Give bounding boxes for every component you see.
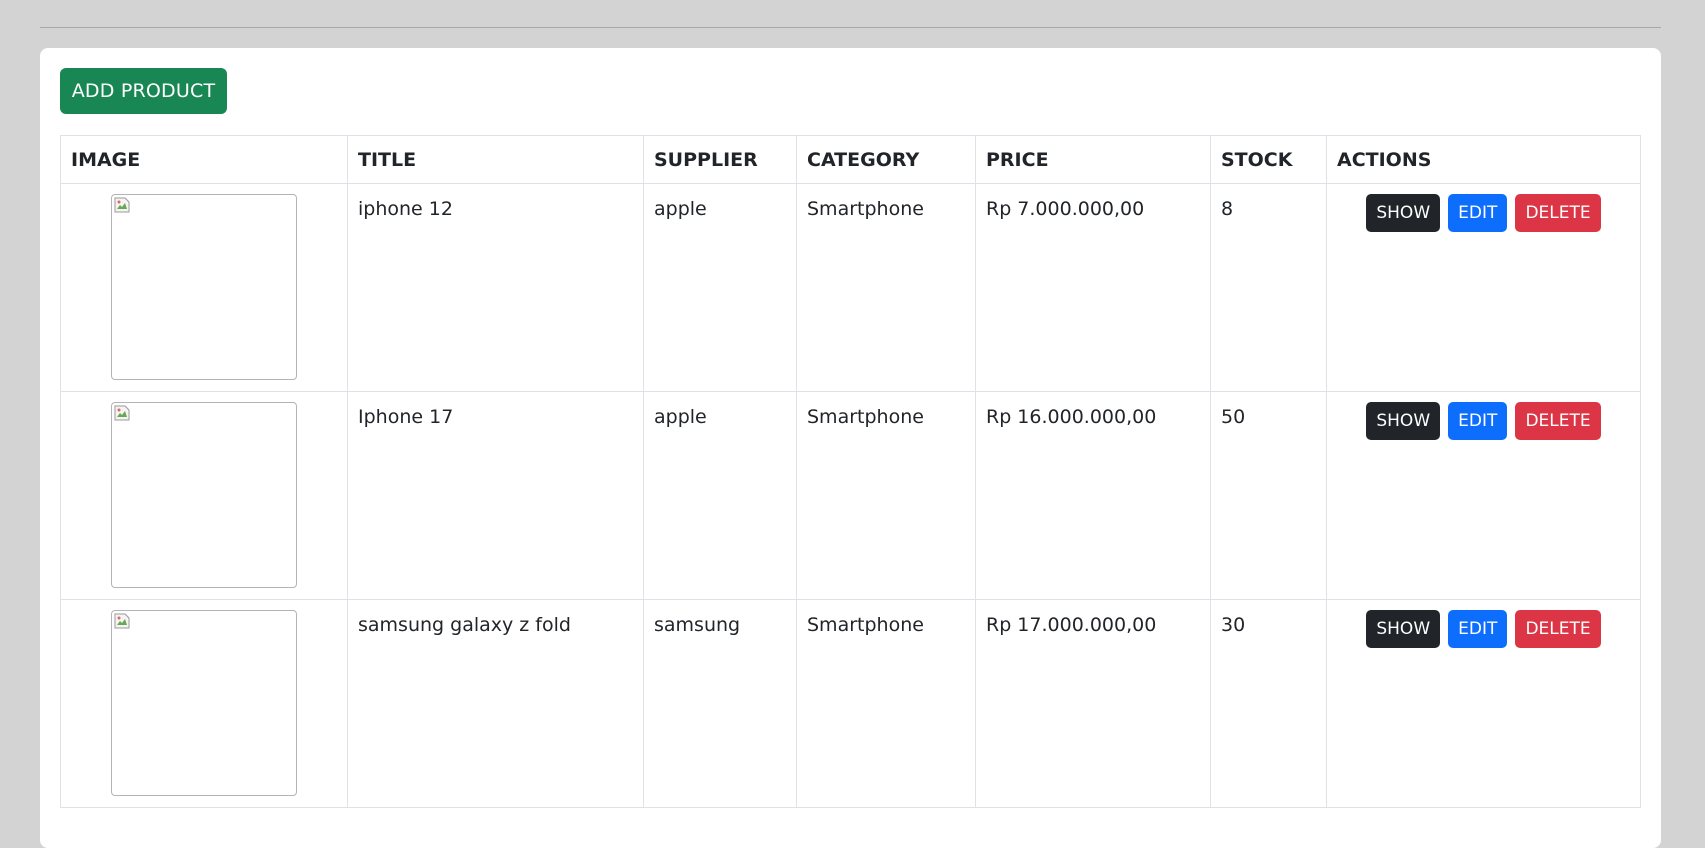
product-price: Rp 16.000.000,00	[975, 391, 1211, 600]
products-card: ADD PRODUCT IMAGE TITLE SUPPLIER CATEGOR…	[40, 48, 1661, 848]
edit-button[interactable]: EDIT	[1448, 402, 1508, 440]
table-row: iphone 12 apple Smartphone Rp 7.000.000,…	[60, 183, 1641, 392]
delete-button[interactable]: DELETE	[1515, 610, 1601, 648]
product-category: Smartphone	[796, 599, 976, 808]
show-button[interactable]: SHOW	[1366, 402, 1441, 440]
column-header-title: TITLE	[347, 135, 644, 184]
product-image-cell	[60, 599, 348, 808]
column-header-price: PRICE	[975, 135, 1211, 184]
delete-button[interactable]: DELETE	[1515, 402, 1601, 440]
product-stock: 30	[1210, 599, 1327, 808]
product-actions: SHOW EDIT DELETE	[1326, 599, 1641, 808]
product-stock: 8	[1210, 183, 1327, 392]
table-header-row: IMAGE TITLE SUPPLIER CATEGORY PRICE STOC…	[60, 135, 1641, 184]
edit-button[interactable]: EDIT	[1448, 194, 1508, 232]
add-product-button[interactable]: ADD PRODUCT	[60, 68, 227, 114]
show-button[interactable]: SHOW	[1366, 610, 1441, 648]
product-image	[111, 610, 297, 796]
product-title: samsung galaxy z fold	[347, 599, 644, 808]
product-actions: SHOW EDIT DELETE	[1326, 391, 1641, 600]
delete-button[interactable]: DELETE	[1515, 194, 1601, 232]
product-title: iphone 12	[347, 183, 644, 392]
column-header-stock: STOCK	[1210, 135, 1327, 184]
product-stock: 50	[1210, 391, 1327, 600]
product-image	[111, 402, 297, 588]
column-header-supplier: SUPPLIER	[643, 135, 797, 184]
products-table: IMAGE TITLE SUPPLIER CATEGORY PRICE STOC…	[60, 135, 1641, 808]
product-price: Rp 7.000.000,00	[975, 183, 1211, 392]
product-title: Iphone 17	[347, 391, 644, 600]
broken-image-icon	[114, 613, 130, 629]
product-image	[111, 194, 297, 380]
broken-image-icon	[114, 197, 130, 213]
product-supplier: apple	[643, 183, 797, 392]
product-supplier: samsung	[643, 599, 797, 808]
product-actions: SHOW EDIT DELETE	[1326, 183, 1641, 392]
column-header-actions: ACTIONS	[1326, 135, 1641, 184]
product-category: Smartphone	[796, 391, 976, 600]
product-price: Rp 17.000.000,00	[975, 599, 1211, 808]
product-image-cell	[60, 183, 348, 392]
broken-image-icon	[114, 405, 130, 421]
column-header-category: CATEGORY	[796, 135, 976, 184]
edit-button[interactable]: EDIT	[1448, 610, 1508, 648]
product-image-cell	[60, 391, 348, 600]
show-button[interactable]: SHOW	[1366, 194, 1441, 232]
top-divider	[40, 27, 1661, 28]
table-row: Iphone 17 apple Smartphone Rp 16.000.000…	[60, 391, 1641, 600]
column-header-image: IMAGE	[60, 135, 348, 184]
product-category: Smartphone	[796, 183, 976, 392]
table-row: samsung galaxy z fold samsung Smartphone…	[60, 599, 1641, 808]
product-supplier: apple	[643, 391, 797, 600]
